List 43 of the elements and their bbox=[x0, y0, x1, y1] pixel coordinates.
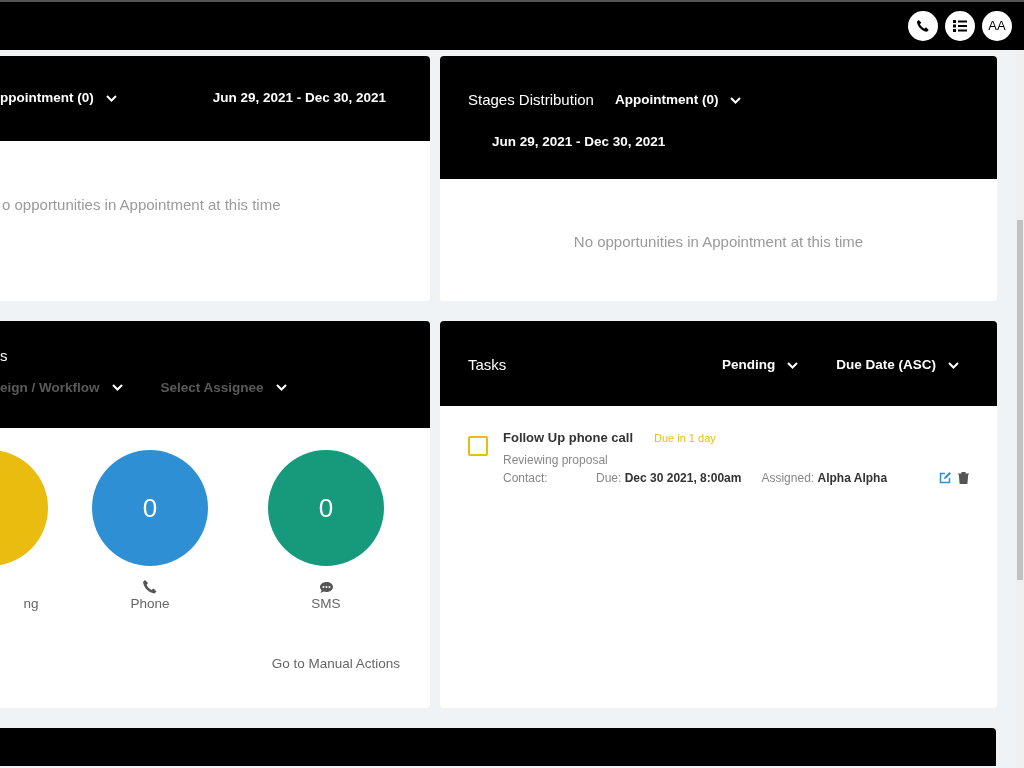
due-text: Due in 1 day bbox=[654, 430, 716, 446]
counter-label: Phone bbox=[130, 595, 170, 613]
chevron-down-icon bbox=[948, 362, 959, 369]
contact-label: Contact: bbox=[503, 470, 549, 487]
date-range[interactable]: Jun 29, 2021 - Dec 30, 2021 bbox=[212, 88, 386, 109]
edit-icon bbox=[939, 472, 951, 484]
card-title: Stages Distribution bbox=[468, 90, 594, 110]
edit-button[interactable] bbox=[939, 472, 951, 484]
counter-label: SMS bbox=[311, 595, 341, 613]
sort-dropdown[interactable]: Due Date (ASC) bbox=[836, 355, 959, 376]
counter-circle: 0 bbox=[268, 450, 384, 566]
list-button[interactable] bbox=[945, 11, 975, 41]
assigned-text: Assigned: Alpha Alpha bbox=[761, 470, 888, 487]
chevron-down-icon bbox=[787, 362, 799, 369]
list-icon bbox=[953, 20, 967, 32]
status-dropdown[interactable]: Pending bbox=[722, 355, 799, 376]
card-title: Tasks bbox=[468, 355, 507, 376]
counter-label: ng bbox=[23, 595, 39, 613]
phone-icon bbox=[142, 579, 158, 596]
date-range[interactable]: Jun 29, 2021 - Dec 30, 2021 bbox=[492, 131, 666, 152]
phone-icon bbox=[916, 19, 930, 33]
chevron-down-icon bbox=[111, 384, 123, 392]
scrollbar[interactable] bbox=[1016, 52, 1024, 768]
empty-message: o opportunities in Appointment at this time bbox=[2, 195, 282, 215]
chevron-down-icon bbox=[105, 95, 117, 102]
task-title: Follow Up phone call bbox=[503, 429, 633, 447]
empty-message: No opportunities in Appointment at this time bbox=[572, 232, 865, 252]
phone-button[interactable] bbox=[908, 11, 938, 41]
task-description: Reviewing proposal bbox=[503, 452, 609, 469]
card-title: s bbox=[0, 346, 9, 366]
delete-button[interactable] bbox=[958, 472, 969, 484]
scrollbar-thumb[interactable] bbox=[1017, 220, 1023, 580]
stage-dropdown[interactable]: ppointment (0) bbox=[0, 88, 117, 109]
avatar-button[interactable]: AA bbox=[982, 11, 1012, 41]
due-text: Due: Dec 30 2021, 8:00am bbox=[596, 470, 742, 487]
counter-circle: 0 bbox=[92, 450, 208, 566]
task-checkbox[interactable] bbox=[468, 436, 488, 456]
stage-dropdown[interactable]: Appointment (0) bbox=[614, 90, 742, 111]
manual-actions-link[interactable]: Go to Manual Actions bbox=[271, 654, 400, 675]
trash-icon bbox=[958, 472, 969, 484]
chevron-down-icon bbox=[730, 96, 742, 104]
chevron-down-icon bbox=[275, 384, 287, 392]
chat-bubble-icon bbox=[318, 580, 334, 594]
